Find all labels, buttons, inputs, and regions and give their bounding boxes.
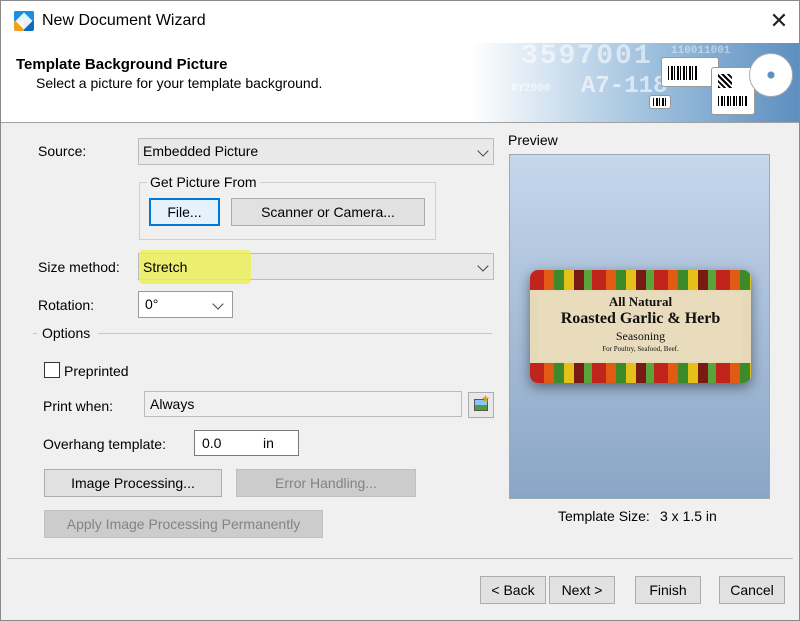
preprinted-label: Preprinted: [64, 363, 129, 379]
template-size-value: 3 x 1.5 in: [660, 508, 717, 524]
print-when-value: Always: [150, 396, 195, 412]
rotation-select[interactable]: 0°: [138, 291, 233, 318]
page-subtitle: Select a picture for your template backg…: [36, 75, 323, 91]
cancel-button[interactable]: Cancel: [719, 576, 785, 604]
preprinted-checkbox[interactable]: [44, 362, 60, 378]
next-button[interactable]: Next >: [549, 576, 615, 604]
overhang-label: Overhang template:: [43, 436, 166, 452]
back-button[interactable]: < Back: [480, 576, 546, 604]
options-divider-left: [33, 333, 37, 334]
print-when-field[interactable]: Always: [144, 391, 462, 417]
page-title: Template Background Picture: [16, 56, 228, 73]
header-banner-image: 3597001 A7-118 RY2000 110011001: [471, 43, 799, 122]
small-barcode-icon: [649, 95, 671, 109]
print-when-label: Print when:: [43, 398, 114, 414]
title-bar: New Document Wizard ✕: [1, 1, 799, 43]
disc-icon: [749, 53, 793, 97]
finish-button[interactable]: Finish: [635, 576, 701, 604]
options-divider: [98, 333, 492, 334]
chevron-down-icon: [212, 298, 224, 310]
source-value: Embedded Picture: [143, 143, 259, 159]
rotation-value: 0°: [145, 296, 159, 312]
image-processing-button[interactable]: Image Processing...: [44, 469, 222, 497]
app-logo-icon: [14, 11, 34, 31]
wizard-window: New Document Wizard ✕ Template Backgroun…: [0, 0, 800, 621]
label-art-line4: For Poultry, Seafood, Beef.: [602, 345, 679, 353]
banner-small-text: RY2000: [511, 83, 551, 95]
footer-divider: [7, 558, 793, 559]
banner-number-text: 3597001: [521, 43, 653, 72]
preview-label: Preview: [508, 132, 558, 148]
label-art-line3: Seasoning: [615, 329, 666, 343]
chevron-down-icon: [477, 145, 489, 157]
close-icon[interactable]: ✕: [765, 7, 793, 35]
preview-panel: All Natural Roasted Garlic & Herb Season…: [509, 154, 770, 499]
get-picture-label: Get Picture From: [147, 174, 260, 190]
label-art-line2: Roasted Garlic & Herb: [560, 310, 721, 327]
overhang-field[interactable]: 0.0 in: [194, 430, 299, 456]
banner-binary-text: 110011001: [671, 45, 731, 57]
apply-image-processing-button[interactable]: Apply Image Processing Permanently: [44, 510, 323, 538]
error-handling-button[interactable]: Error Handling...: [236, 469, 416, 497]
scanner-camera-button[interactable]: Scanner or Camera...: [231, 198, 425, 226]
chevron-down-icon: [477, 260, 489, 272]
window-title: New Document Wizard: [42, 12, 206, 29]
overhang-value: 0.0: [202, 435, 222, 451]
expression-wizard-button[interactable]: ★: [468, 392, 494, 418]
label-art-line1: All Natural: [608, 294, 673, 309]
preview-label-image: All Natural Roasted Garlic & Herb Season…: [530, 270, 751, 383]
source-select[interactable]: Embedded Picture: [138, 138, 494, 165]
rotation-label: Rotation:: [38, 297, 95, 313]
options-label: Options: [42, 325, 91, 341]
source-label: Source:: [38, 143, 87, 159]
overhang-unit: in: [263, 435, 274, 451]
size-method-label: Size method:: [38, 259, 120, 275]
size-method-value: Stretch: [143, 259, 188, 275]
wizard-header: Template Background Picture Select a pic…: [1, 43, 799, 123]
file-button[interactable]: File...: [149, 198, 220, 226]
template-size-label: Template Size:: [558, 508, 650, 524]
